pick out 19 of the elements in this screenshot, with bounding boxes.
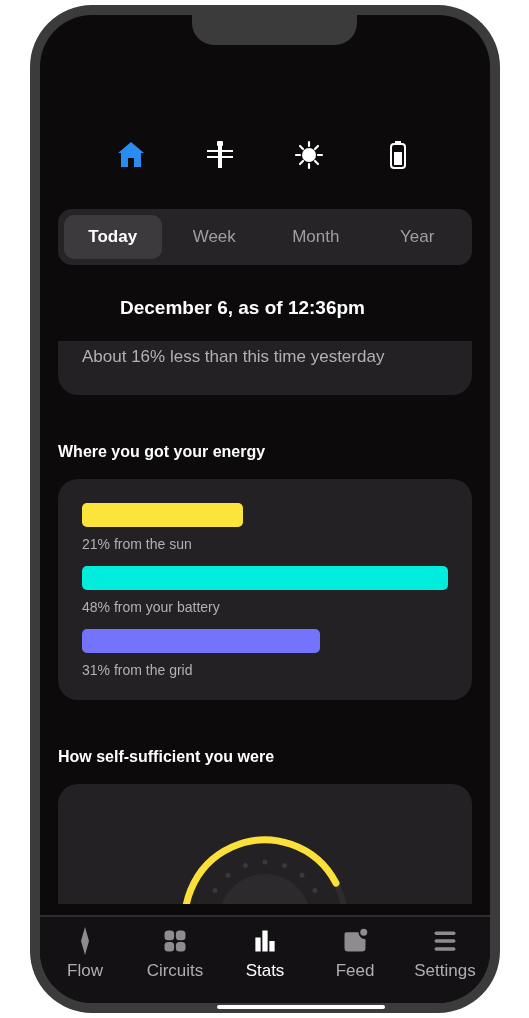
period-tab[interactable]: Month	[267, 215, 365, 259]
power-pole-icon[interactable]	[204, 139, 236, 171]
diamond-icon	[81, 927, 89, 955]
nav-tab[interactable]: Feed	[310, 927, 400, 1003]
section-heading: How self-sufficient you were	[58, 748, 276, 766]
date-heading: December 6, as of 12:36pm	[120, 297, 366, 319]
source-label: 48% from your battery	[82, 599, 221, 615]
comparison-text: About 16% less than this time yesterday	[82, 347, 385, 366]
sun-icon[interactable]	[293, 139, 325, 171]
nav-tab[interactable]: Stats	[220, 927, 310, 1003]
period-tab[interactable]: Week	[165, 215, 263, 259]
period-tab[interactable]: Today	[64, 215, 162, 259]
nav-tab[interactable]: Flow	[40, 927, 130, 1003]
period-tab[interactable]: Year	[368, 215, 466, 259]
section-heading: Where you got your energy	[58, 443, 267, 461]
nav-tab[interactable]: Circuits	[130, 927, 220, 1003]
source-label: 21% from the sun	[82, 536, 193, 552]
nav-tab[interactable]: Settings	[400, 927, 490, 1003]
source-label: 31% from the grid	[82, 662, 194, 678]
